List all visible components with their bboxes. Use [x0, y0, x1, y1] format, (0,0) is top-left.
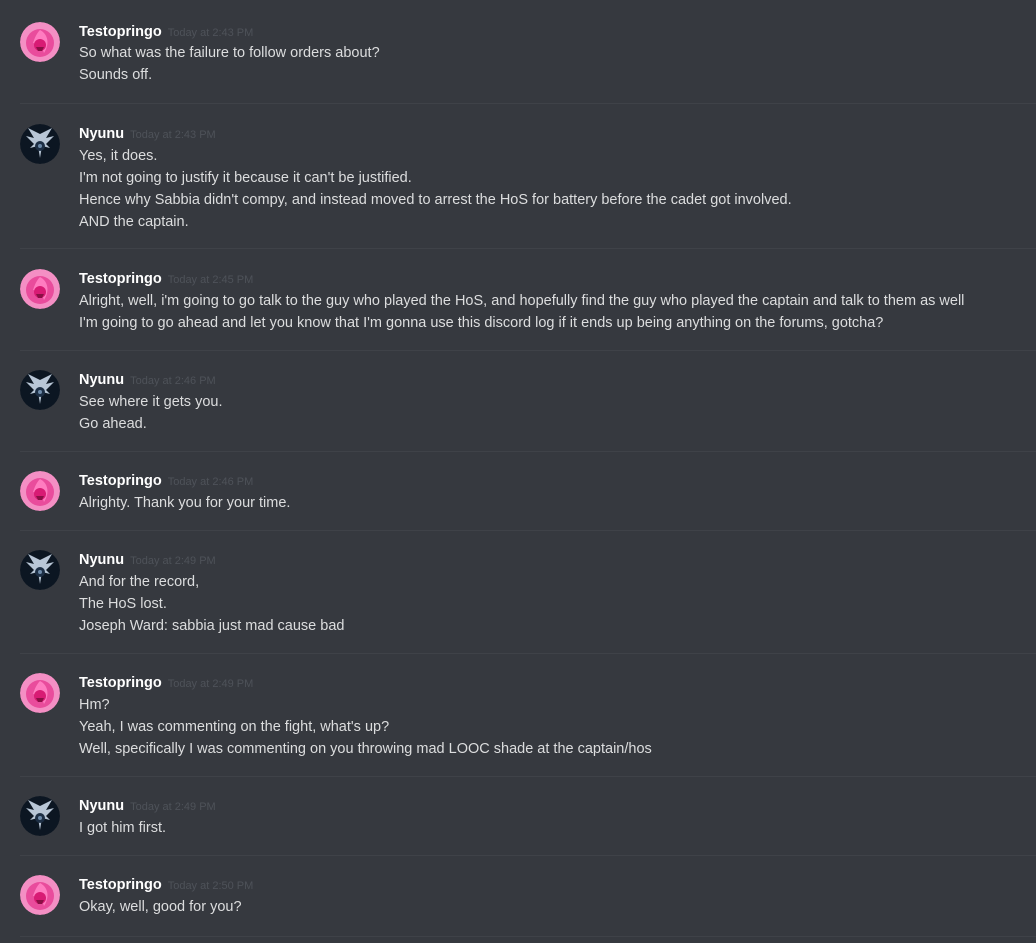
message-line: Well, specifically I was commenting on y…	[79, 741, 652, 757]
message-line: Hence why Sabbia didn't compy, and inste…	[79, 192, 792, 208]
message-line: Alrighty. Thank you for your time.	[79, 495, 291, 511]
timestamp: Today at 2:49 PM	[130, 801, 216, 813]
author-name[interactable]: Testopringo	[79, 877, 162, 893]
dark-creature-avatar-icon[interactable]	[20, 370, 60, 410]
pink-gem-avatar-icon[interactable]	[20, 269, 60, 309]
message-line: I'm going to go ahead and let you know t…	[79, 315, 884, 331]
message-line: Alright, well, i'm going to go talk to t…	[79, 293, 965, 309]
message-header: Testopringo Today at 2:50 PM	[79, 876, 253, 895]
message-line: So what was the failure to follow orders…	[79, 45, 380, 61]
timestamp: Today at 2:49 PM	[167, 678, 254, 690]
message-content: Okay, well, good for you?	[79, 896, 1016, 918]
message-line: And for the record,	[79, 574, 200, 590]
message-group: Testopringo Today at 2:46 PM Alrighty. Th…	[20, 451, 1036, 531]
timestamp: Today at 2:46 PM	[130, 375, 216, 387]
message-content: And for the record, The HoS lost. Joseph…	[79, 571, 1016, 637]
author-name[interactable]: Testopringo	[79, 473, 162, 489]
message-header: Nyunu Today at 2:43 PM	[79, 125, 216, 144]
message-header: Testopringo Today at 2:43 PM	[79, 23, 253, 42]
message-group: Testopringo Today at 2:49 PM Hm? Yeah, I …	[20, 653, 1036, 777]
message-content: Alrighty. Thank you for your time.	[79, 492, 1016, 514]
message-line: Yes, it does.	[79, 148, 158, 164]
message-line: Okay, well, good for you?	[79, 899, 242, 915]
timestamp: Today at 2:43 PM	[130, 129, 216, 141]
message-group: Nyunu Today at 2:49 PM And for the record…	[20, 530, 1036, 654]
message-group: Nyunu Today at 2:49 PM I got him first.	[20, 776, 1036, 856]
message-line: The HoS lost.	[79, 596, 167, 612]
pink-gem-avatar-icon[interactable]	[20, 875, 60, 915]
author-name[interactable]: Nyunu	[79, 372, 124, 388]
timestamp: Today at 2:43 PM	[167, 27, 254, 39]
message-content: See where it gets you. Go ahead.	[79, 391, 1016, 435]
message-header: Nyunu Today at 2:46 PM	[79, 371, 216, 390]
message-line: AND the captain.	[79, 214, 189, 230]
message-line: Yeah, I was commenting on the fight, wha…	[79, 719, 390, 735]
message-content: Alright, well, i'm going to go talk to t…	[79, 290, 1016, 334]
message-group: Nyunu Today at 2:46 PM See where it gets …	[20, 350, 1036, 452]
author-name[interactable]: Testopringo	[79, 675, 162, 691]
message-line: Go ahead.	[79, 416, 147, 432]
dark-creature-avatar-icon[interactable]	[20, 124, 60, 164]
dark-creature-avatar-icon[interactable]	[20, 796, 60, 836]
message-content: So what was the failure to follow orders…	[79, 42, 1016, 86]
author-name[interactable]: Testopringo	[79, 24, 162, 40]
message-group: Testopringo Today at 2:45 PM Alright, wel…	[20, 248, 1036, 351]
message-line: See where it gets you.	[79, 394, 223, 410]
dark-creature-avatar-icon[interactable]	[20, 550, 60, 590]
message-header: Nyunu Today at 2:49 PM	[79, 797, 216, 816]
message-content: Yes, it does. I'm not going to justify i…	[79, 145, 1016, 233]
message-group: Testopringo Today at 2:43 PM So what was …	[20, 0, 1036, 103]
message-header: Testopringo Today at 2:45 PM	[79, 270, 253, 289]
timestamp: Today at 2:46 PM	[167, 476, 254, 488]
chat-log: Testopringo Today at 2:43 PM So what was …	[0, 0, 1036, 943]
author-name[interactable]: Nyunu	[79, 126, 124, 142]
message-line: Joseph Ward: sabbia just mad cause bad	[79, 618, 345, 634]
message-line: I'm not going to justify it because it c…	[79, 170, 412, 186]
message-group: Nyunu Today at 2:43 PM Yes, it does. I'm …	[20, 103, 1036, 249]
timestamp: Today at 2:49 PM	[130, 555, 216, 567]
message-header: Nyunu Today at 2:49 PM	[79, 551, 216, 570]
timestamp: Today at 2:45 PM	[167, 274, 254, 286]
pink-gem-avatar-icon[interactable]	[20, 471, 60, 511]
message-header: Testopringo Today at 2:46 PM	[79, 472, 253, 491]
message-line: I got him first.	[79, 820, 167, 836]
pink-gem-avatar-icon[interactable]	[20, 22, 60, 62]
message-content: Hm? Yeah, I was commenting on the fight,…	[79, 694, 1016, 760]
timestamp: Today at 2:50 PM	[167, 880, 254, 892]
message-header: Testopringo Today at 2:49 PM	[79, 674, 253, 693]
message-line: Sounds off.	[79, 67, 153, 83]
pink-gem-avatar-icon[interactable]	[20, 673, 60, 713]
message-group: Testopringo Today at 2:50 PM Okay, well, …	[20, 855, 1036, 937]
author-name[interactable]: Testopringo	[79, 271, 162, 287]
author-name[interactable]: Nyunu	[79, 798, 124, 814]
message-line: Hm?	[79, 697, 110, 713]
author-name[interactable]: Nyunu	[79, 552, 124, 568]
message-content: I got him first.	[79, 817, 1016, 839]
